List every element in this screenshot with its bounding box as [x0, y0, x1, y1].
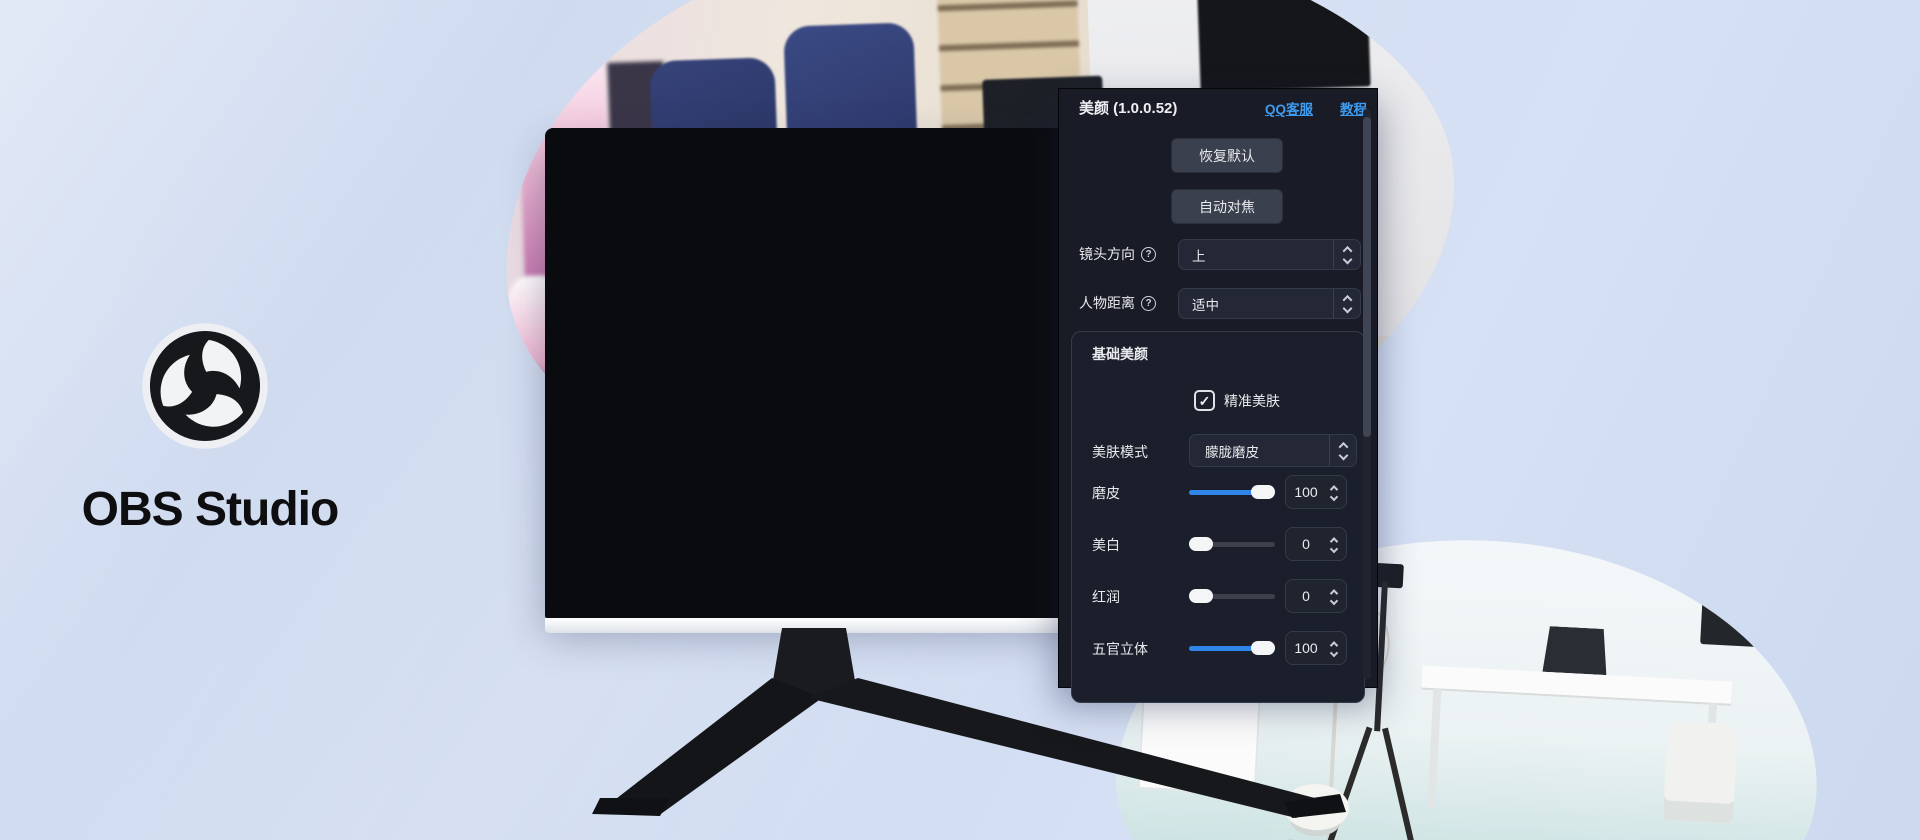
- slider-thumb[interactable]: [1189, 537, 1213, 551]
- beauty-plugin-panel: 美颜 (1.0.0.52) QQ客服 教程 恢复默认 自动对焦 镜头方向 ? 上…: [1058, 88, 1378, 688]
- slider-label: 红润: [1092, 587, 1120, 607]
- slider-value-box[interactable]: 0: [1285, 527, 1347, 561]
- slider-label: 美白: [1092, 535, 1120, 555]
- camera-direction-label: 镜头方向 ?: [1079, 244, 1156, 264]
- slider-value: 0: [1286, 588, 1326, 604]
- panel-scrollbar-thumb[interactable]: [1363, 117, 1371, 437]
- slider-value: 100: [1286, 640, 1326, 656]
- slider-track[interactable]: [1189, 646, 1275, 651]
- subject-distance-label: 人物距离 ?: [1079, 293, 1156, 313]
- slider-track[interactable]: [1189, 490, 1275, 495]
- skin-mode-label: 美肤模式: [1092, 442, 1148, 462]
- subject-distance-select[interactable]: 适中: [1178, 288, 1361, 319]
- label-text: 镜头方向: [1079, 244, 1135, 264]
- label-text: 人物距离: [1079, 293, 1135, 313]
- wall-tv: [1700, 570, 1790, 648]
- value-stepper[interactable]: [1326, 485, 1346, 500]
- restore-defaults-button[interactable]: 恢复默认: [1171, 138, 1283, 173]
- value-stepper[interactable]: [1326, 641, 1346, 656]
- select-spinner[interactable]: [1333, 289, 1360, 318]
- brand-name: OBS Studio: [30, 482, 390, 537]
- chair: [1663, 720, 1738, 824]
- slider-track[interactable]: [1189, 594, 1275, 599]
- chevron-down-icon: [1342, 255, 1352, 265]
- select-value: 上: [1179, 245, 1333, 265]
- section-title: 基础美颜: [1092, 344, 1148, 364]
- camera-direction-select[interactable]: 上: [1178, 239, 1361, 270]
- qq-support-link[interactable]: QQ客服: [1265, 98, 1313, 118]
- select-spinner[interactable]: [1329, 435, 1356, 466]
- monitor-bezel: [545, 128, 1073, 618]
- basic-beauty-section: 基础美颜 ✓ 精准美肤 美肤模式 朦胧磨皮 磨皮 100 美白: [1071, 331, 1365, 703]
- checkbox-label: 精准美肤: [1224, 391, 1280, 411]
- help-icon[interactable]: ?: [1141, 247, 1156, 262]
- select-value: 朦胧磨皮: [1190, 441, 1329, 461]
- smoothing-slider-row: 磨皮 100: [1072, 475, 1366, 509]
- slider-thumb[interactable]: [1251, 641, 1275, 655]
- slider-thumb[interactable]: [1251, 485, 1275, 499]
- chevron-down-icon: [1330, 492, 1338, 500]
- autofocus-button[interactable]: 自动对焦: [1171, 189, 1283, 224]
- desk-leg: [1427, 688, 1441, 808]
- face-3d-slider-row: 五官立体 100: [1072, 631, 1366, 665]
- slider-label: 磨皮: [1092, 483, 1120, 503]
- help-icon[interactable]: ?: [1141, 296, 1156, 311]
- laptop: [1542, 626, 1608, 675]
- value-stepper[interactable]: [1326, 589, 1346, 604]
- chevron-down-icon: [1330, 596, 1338, 604]
- wall-tv: [1197, 0, 1370, 92]
- slider-value: 100: [1286, 484, 1326, 500]
- slider-value-box[interactable]: 100: [1285, 475, 1347, 509]
- value-stepper[interactable]: [1326, 537, 1346, 552]
- select-spinner[interactable]: [1333, 240, 1360, 269]
- skin-mode-select[interactable]: 朦胧磨皮: [1189, 434, 1357, 467]
- slider-value: 0: [1286, 536, 1326, 552]
- slider-value-box[interactable]: 0: [1285, 579, 1347, 613]
- slider-thumb[interactable]: [1189, 589, 1213, 603]
- slider-track[interactable]: [1189, 542, 1275, 547]
- rosy-slider-row: 红润 0: [1072, 579, 1366, 613]
- chevron-down-icon: [1338, 451, 1348, 461]
- tripod-leg: [1382, 728, 1419, 840]
- obs-logo-icon: [141, 322, 269, 450]
- chevron-down-icon: [1330, 648, 1338, 656]
- promo-canvas: OBS Studio OBS 29.1.3 - 配置文件: 未命名 - 场景: …: [0, 0, 1920, 840]
- precise-skin-checkbox[interactable]: ✓: [1194, 390, 1215, 411]
- chevron-down-icon: [1330, 544, 1338, 552]
- slider-value-box[interactable]: 100: [1285, 631, 1347, 665]
- chevron-down-icon: [1342, 304, 1352, 314]
- plugin-title: 美颜 (1.0.0.52): [1079, 97, 1177, 118]
- panel-scrollbar: [1363, 109, 1371, 679]
- select-value: 适中: [1179, 294, 1333, 314]
- whitening-slider-row: 美白 0: [1072, 527, 1366, 561]
- precise-skin-row: ✓ 精准美肤: [1194, 390, 1280, 411]
- slider-label: 五官立体: [1092, 639, 1148, 659]
